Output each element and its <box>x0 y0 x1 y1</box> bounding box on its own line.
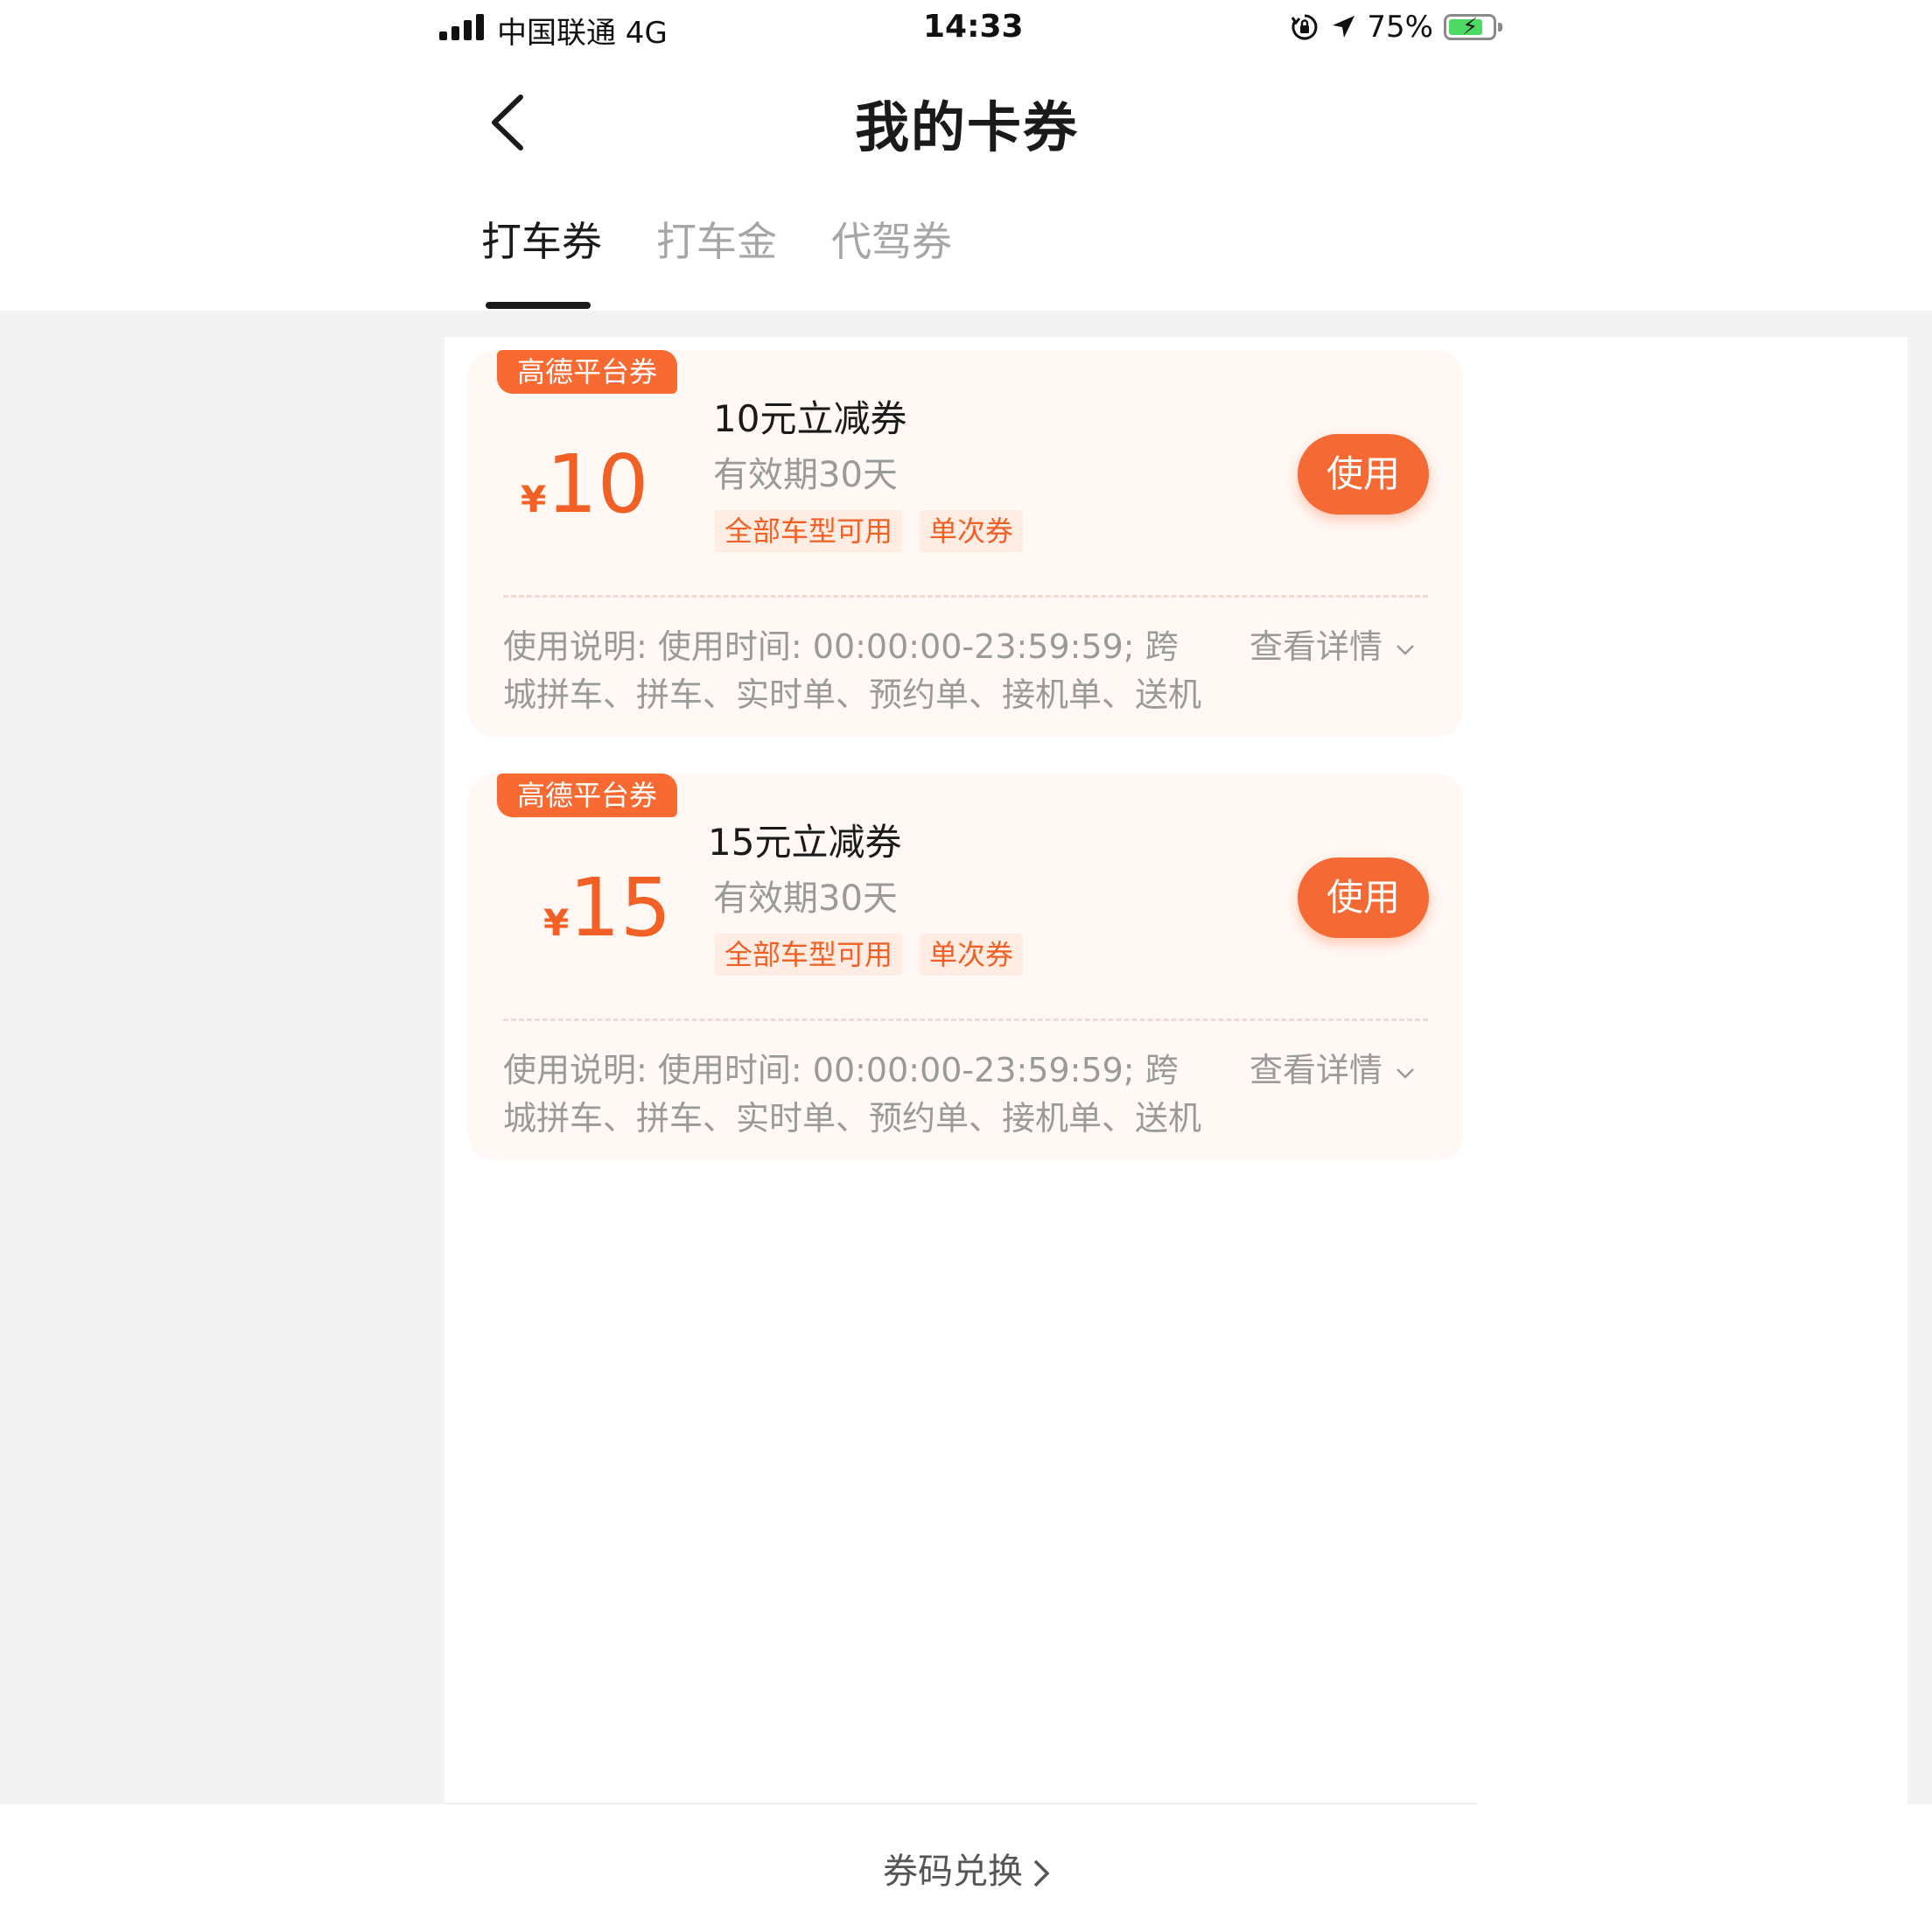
coupon-tag: 单次券 <box>920 934 1024 976</box>
chevron-down-icon <box>1396 1068 1414 1079</box>
coupon-amount: ¥15 <box>543 861 671 957</box>
view-details-label: 查看详情 <box>1250 627 1383 666</box>
signal-icon <box>439 12 485 40</box>
coupon-card: 高德平台券 ¥15 15元立减券 有效期30天 全部车型可用 单次券 使用 使用… <box>468 774 1463 1160</box>
use-button[interactable]: 使用 <box>1298 434 1429 514</box>
currency-symbol: ¥ <box>543 901 570 944</box>
amount-value: 15 <box>569 861 672 955</box>
amount-value: 10 <box>546 438 649 531</box>
platform-badge: 高德平台券 <box>497 774 677 817</box>
location-arrow-icon <box>1333 16 1355 38</box>
currency-symbol: ¥ <box>521 478 547 521</box>
coupon-title: 10元立减券 <box>713 397 907 440</box>
status-indicators: 75% ⚡ <box>1290 9 1502 46</box>
platform-badge: 高德平台券 <box>497 350 677 394</box>
use-button[interactable]: 使用 <box>1298 858 1429 938</box>
coupon-tag: 全部车型可用 <box>715 934 903 976</box>
view-details-link[interactable]: 查看详情 <box>1250 623 1416 671</box>
view-details-label: 查看详情 <box>1250 1051 1383 1089</box>
coupon-title: 15元立减券 <box>708 821 902 864</box>
coupon-amount: ¥10 <box>521 438 648 534</box>
chevron-down-icon <box>1396 644 1414 655</box>
tab-ride-coupon[interactable]: 打车券 <box>481 210 602 268</box>
tab-designated-driver-coupon[interactable]: 代驾券 <box>831 210 952 268</box>
active-tab-indicator <box>486 302 591 309</box>
coupon-card: 高德平台券 ¥10 10元立减券 有效期30天 全部车型可用 单次券 使用 使用… <box>468 350 1463 737</box>
dashed-divider <box>503 595 1428 598</box>
right-background-strip <box>1908 311 1932 1804</box>
carrier-label: 中国联通 4G <box>497 16 668 51</box>
left-background-panel <box>0 311 444 1804</box>
footer-divider <box>444 1802 1477 1804</box>
status-time: 14:33 <box>923 9 1024 45</box>
dashed-divider <box>503 1018 1428 1021</box>
coupon-tag: 单次券 <box>920 510 1024 552</box>
redeem-code-label: 券码兑换 <box>883 1852 1023 1892</box>
page-title: 我的卡券 <box>854 95 1079 159</box>
battery-charging-icon: ⚡ <box>1444 14 1502 40</box>
coupon-tag: 全部车型可用 <box>715 510 903 552</box>
status-bar: 中国联通 4G 14:33 75% ⚡ <box>438 0 1502 54</box>
rotation-lock-icon <box>1292 14 1318 40</box>
view-details-link[interactable]: 查看详情 <box>1250 1046 1416 1095</box>
usage-description: 使用说明: 使用时间: 00:00:00-23:59:59; 跨城拼车、拼车、实… <box>503 1051 1202 1138</box>
coupon-validity: 有效期30天 <box>713 878 898 919</box>
redeem-code-link[interactable]: 券码兑换 <box>438 1843 1496 1894</box>
chevron-right-icon <box>1033 1859 1050 1887</box>
usage-description: 使用说明: 使用时间: 00:00:00-23:59:59; 跨城拼车、拼车、实… <box>503 627 1202 714</box>
tab-ride-credit[interactable]: 打车金 <box>656 210 777 268</box>
battery-percent: 75% <box>1367 10 1433 45</box>
coupon-validity: 有效期30天 <box>713 455 898 495</box>
